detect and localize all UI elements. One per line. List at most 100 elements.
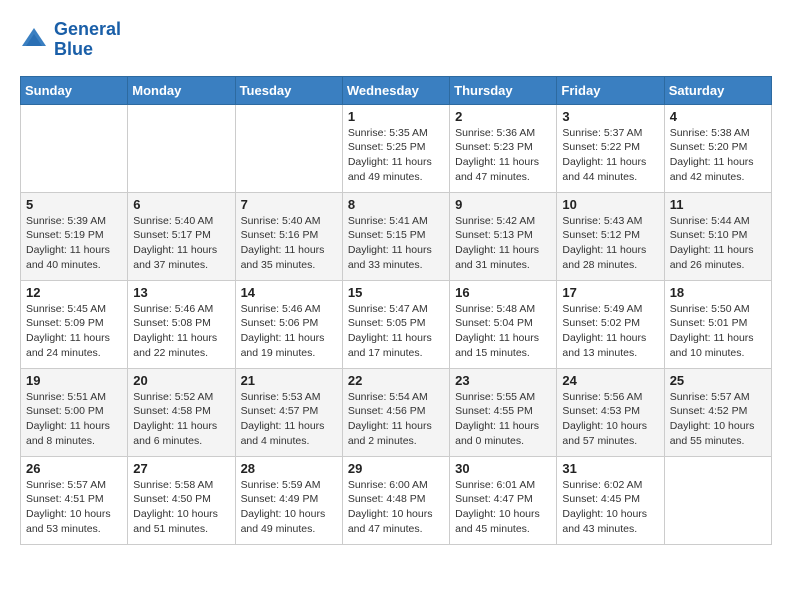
calendar-cell: 17 Sunrise: 5:49 AM Sunset: 5:02 PM Dayli… [557,280,664,368]
day-info: Sunrise: 5:40 AM Sunset: 5:16 PM Dayligh… [241,214,337,273]
day-info: Sunrise: 5:50 AM Sunset: 5:01 PM Dayligh… [670,302,766,361]
day-info: Sunrise: 5:46 AM Sunset: 5:06 PM Dayligh… [241,302,337,361]
calendar-cell: 10 Sunrise: 5:43 AM Sunset: 5:12 PM Dayli… [557,192,664,280]
logo: General Blue [20,20,121,60]
calendar-cell: 20 Sunrise: 5:52 AM Sunset: 4:58 PM Dayli… [128,368,235,456]
calendar-cell: 27Sunrise: 5:58 AM Sunset: 4:50 PM Dayli… [128,456,235,544]
day-info: Sunrise: 6:01 AM Sunset: 4:47 PM Dayligh… [455,478,551,537]
day-info: Sunrise: 5:38 AM Sunset: 5:20 PM Dayligh… [670,126,766,185]
day-number: 3 [562,109,658,124]
calendar-cell: 15Sunrise: 5:47 AM Sunset: 5:05 PM Dayli… [342,280,449,368]
page-header: General Blue [20,20,772,60]
calendar-cell: 19 Sunrise: 5:51 AM Sunset: 5:00 PM Dayli… [21,368,128,456]
calendar-cell: 1 Sunrise: 5:35 AM Sunset: 5:25 PM Daylig… [342,104,449,192]
day-info: Sunrise: 5:58 AM Sunset: 4:50 PM Dayligh… [133,478,229,537]
day-info: Sunrise: 5:53 AM Sunset: 4:57 PM Dayligh… [241,390,337,449]
calendar-week-row: 1 Sunrise: 5:35 AM Sunset: 5:25 PM Daylig… [21,104,772,192]
day-info: Sunrise: 5:44 AM Sunset: 5:10 PM Dayligh… [670,214,766,273]
weekday-header: Monday [128,76,235,104]
calendar-cell: 9 Sunrise: 5:42 AM Sunset: 5:13 PM Daylig… [450,192,557,280]
calendar-cell: 24 Sunrise: 5:56 AM Sunset: 4:53 PM Dayli… [557,368,664,456]
weekday-header: Wednesday [342,76,449,104]
day-number: 19 [26,373,122,388]
day-number: 7 [241,197,337,212]
day-info: Sunrise: 5:45 AM Sunset: 5:09 PM Dayligh… [26,302,122,361]
day-info: Sunrise: 5:55 AM Sunset: 4:55 PM Dayligh… [455,390,551,449]
calendar-cell [235,104,342,192]
day-number: 21 [241,373,337,388]
day-number: 28 [241,461,337,476]
calendar-cell: 3 Sunrise: 5:37 AM Sunset: 5:22 PM Daylig… [557,104,664,192]
weekday-header: Saturday [664,76,771,104]
day-number: 17 [562,285,658,300]
calendar-cell: 16 Sunrise: 5:48 AM Sunset: 5:04 PM Dayli… [450,280,557,368]
day-number: 10 [562,197,658,212]
day-number: 15 [348,285,444,300]
day-number: 5 [26,197,122,212]
calendar-cell: 21 Sunrise: 5:53 AM Sunset: 4:57 PM Dayli… [235,368,342,456]
day-info: Sunrise: 6:00 AM Sunset: 4:48 PM Dayligh… [348,478,444,537]
calendar-table: SundayMondayTuesdayWednesdayThursdayFrid… [20,76,772,545]
day-number: 25 [670,373,766,388]
calendar-cell: 25 Sunrise: 5:57 AM Sunset: 4:52 PM Dayli… [664,368,771,456]
calendar-cell: 31 Sunrise: 6:02 AM Sunset: 4:45 PM Dayli… [557,456,664,544]
day-number: 13 [133,285,229,300]
calendar-cell: 12 Sunrise: 5:45 AM Sunset: 5:09 PM Dayli… [21,280,128,368]
day-info: Sunrise: 5:39 AM Sunset: 5:19 PM Dayligh… [26,214,122,273]
calendar-header: SundayMondayTuesdayWednesdayThursdayFrid… [21,76,772,104]
calendar-cell [128,104,235,192]
weekday-header: Sunday [21,76,128,104]
day-number: 2 [455,109,551,124]
calendar-cell: 13 Sunrise: 5:46 AM Sunset: 5:08 PM Dayli… [128,280,235,368]
day-number: 24 [562,373,658,388]
day-number: 8 [348,197,444,212]
day-info: Sunrise: 5:35 AM Sunset: 5:25 PM Dayligh… [348,126,444,185]
day-info: Sunrise: 5:54 AM Sunset: 4:56 PM Dayligh… [348,390,444,449]
day-info: Sunrise: 5:46 AM Sunset: 5:08 PM Dayligh… [133,302,229,361]
day-number: 22 [348,373,444,388]
day-info: Sunrise: 5:57 AM Sunset: 4:52 PM Dayligh… [670,390,766,449]
day-number: 20 [133,373,229,388]
day-number: 1 [348,109,444,124]
day-number: 31 [562,461,658,476]
day-info: Sunrise: 5:40 AM Sunset: 5:17 PM Dayligh… [133,214,229,273]
calendar-cell: 22 Sunrise: 5:54 AM Sunset: 4:56 PM Dayli… [342,368,449,456]
calendar-cell: 29 Sunrise: 6:00 AM Sunset: 4:48 PM Dayli… [342,456,449,544]
day-info: Sunrise: 5:52 AM Sunset: 4:58 PM Dayligh… [133,390,229,449]
calendar-cell: 14 Sunrise: 5:46 AM Sunset: 5:06 PM Dayli… [235,280,342,368]
day-info: Sunrise: 5:37 AM Sunset: 5:22 PM Dayligh… [562,126,658,185]
day-info: Sunrise: 5:43 AM Sunset: 5:12 PM Dayligh… [562,214,658,273]
weekday-header: Tuesday [235,76,342,104]
weekday-header: Thursday [450,76,557,104]
day-number: 11 [670,197,766,212]
calendar-cell: 11 Sunrise: 5:44 AM Sunset: 5:10 PM Dayli… [664,192,771,280]
day-number: 16 [455,285,551,300]
day-info: Sunrise: 5:57 AM Sunset: 4:51 PM Dayligh… [26,478,122,537]
logo-text: General Blue [54,20,121,60]
calendar-week-row: 26 Sunrise: 5:57 AM Sunset: 4:51 PM Dayli… [21,456,772,544]
calendar-week-row: 12 Sunrise: 5:45 AM Sunset: 5:09 PM Dayli… [21,280,772,368]
day-info: Sunrise: 5:59 AM Sunset: 4:49 PM Dayligh… [241,478,337,537]
calendar-cell: 4Sunrise: 5:38 AM Sunset: 5:20 PM Daylig… [664,104,771,192]
day-number: 6 [133,197,229,212]
calendar-cell [664,456,771,544]
day-info: Sunrise: 5:48 AM Sunset: 5:04 PM Dayligh… [455,302,551,361]
day-number: 26 [26,461,122,476]
day-info: Sunrise: 5:51 AM Sunset: 5:00 PM Dayligh… [26,390,122,449]
day-number: 9 [455,197,551,212]
day-number: 14 [241,285,337,300]
day-info: Sunrise: 5:42 AM Sunset: 5:13 PM Dayligh… [455,214,551,273]
logo-icon [20,26,48,54]
day-number: 12 [26,285,122,300]
day-number: 30 [455,461,551,476]
day-number: 18 [670,285,766,300]
day-info: Sunrise: 5:56 AM Sunset: 4:53 PM Dayligh… [562,390,658,449]
day-info: Sunrise: 5:49 AM Sunset: 5:02 PM Dayligh… [562,302,658,361]
calendar-cell: 2Sunrise: 5:36 AM Sunset: 5:23 PM Daylig… [450,104,557,192]
calendar-cell: 8 Sunrise: 5:41 AM Sunset: 5:15 PM Daylig… [342,192,449,280]
calendar-week-row: 19 Sunrise: 5:51 AM Sunset: 5:00 PM Dayli… [21,368,772,456]
day-number: 29 [348,461,444,476]
day-info: Sunrise: 5:41 AM Sunset: 5:15 PM Dayligh… [348,214,444,273]
calendar-cell: 28 Sunrise: 5:59 AM Sunset: 4:49 PM Dayli… [235,456,342,544]
day-info: Sunrise: 6:02 AM Sunset: 4:45 PM Dayligh… [562,478,658,537]
